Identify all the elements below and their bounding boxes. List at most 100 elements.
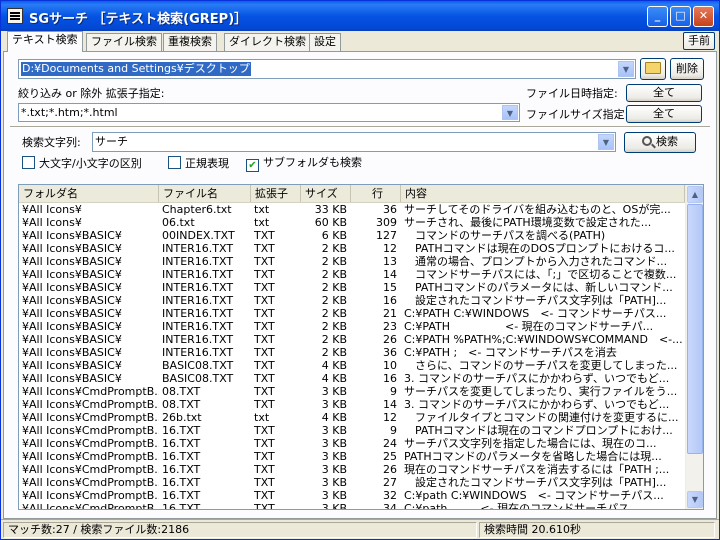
cell-filename: BASIC08.TXT	[162, 372, 234, 385]
column-header-line[interactable]: 行	[351, 185, 401, 202]
delete-button[interactable]: 削除	[670, 58, 704, 80]
table-row[interactable]: ¥All Icons¥BASIC¥ INTER16.TXT TXT 2 KB 36 C:¥…	[19, 346, 685, 359]
chevron-down-icon[interactable]: ▼	[502, 105, 518, 120]
extension-filter-combo[interactable]: *.txt;*.htm;*.html ▼	[18, 103, 520, 122]
extension-filter-value: *.txt;*.htm;*.html	[21, 106, 118, 119]
column-header-filename[interactable]: ファイル名	[159, 185, 251, 202]
cell-extension: txt	[254, 216, 270, 229]
column-header-folder[interactable]: フォルダ名	[19, 185, 159, 202]
cell-content: C:¥PATH <- 現在のコマンドサーチパ...	[404, 320, 654, 333]
column-header-extension[interactable]: 拡張子	[251, 185, 301, 202]
table-row[interactable]: ¥All Icons¥BASIC¥ INTER16.TXT TXT 2 KB 14 コマ…	[19, 268, 685, 281]
cell-content: サーチパス文字列を指定した場合には、現在のコ...	[404, 437, 657, 450]
cell-size: 2 KB	[321, 268, 347, 281]
column-header-content[interactable]: 内容	[401, 185, 685, 202]
checkmark-icon[interactable]: ✔	[246, 159, 259, 172]
date-filter-button[interactable]: 全て	[626, 84, 702, 102]
cell-size: 4 KB	[321, 372, 347, 385]
tab-text-search[interactable]: テキスト検索	[7, 31, 83, 52]
cell-extension: TXT	[254, 437, 275, 450]
cell-line: 21	[383, 307, 397, 320]
search-button-label: 検索	[656, 135, 678, 148]
cell-extension: TXT	[254, 359, 275, 372]
case-sensitive-checkbox[interactable]: 大文字/小文字の区別	[22, 156, 142, 171]
cell-filename: INTER16.TXT	[162, 346, 234, 359]
subfolder-checkbox[interactable]: ✔ サブフォルダも検索	[246, 156, 362, 172]
tab-direct-search[interactable]: ダイレクト検索	[224, 33, 311, 51]
cell-content: 現在のコマンドサーチパスを消去するには「PATH ;...	[404, 463, 670, 476]
tab-settings[interactable]: 設定	[309, 33, 341, 51]
table-row[interactable]: ¥All Icons¥CmdPromptB... 26b.txt txt 4 KB 12…	[19, 411, 685, 424]
filter-label: 絞り込み or 除外 拡張子指定:	[18, 87, 165, 100]
cell-filename: 06.txt	[162, 216, 195, 229]
scroll-down-icon[interactable]: ▼	[687, 491, 703, 508]
cell-extension: TXT	[254, 307, 275, 320]
cell-extension: TXT	[254, 476, 275, 489]
cell-content: C:¥PATH ; <- コマンドサーチパスを消去	[404, 346, 617, 359]
cell-filename: INTER16.TXT	[162, 333, 234, 346]
table-row[interactable]: ¥All Icons¥BASIC¥ BASIC08.TXT TXT 4 KB 16 3. …	[19, 372, 685, 385]
table-row[interactable]: ¥All Icons¥CmdPromptB... 16.TXT TXT 3 KB 34 C…	[19, 502, 685, 510]
checkbox-box[interactable]	[22, 156, 35, 169]
table-row[interactable]: ¥All Icons¥BASIC¥ INTER16.TXT TXT 2 KB 15 PA…	[19, 281, 685, 294]
table-row[interactable]: ¥All Icons¥BASIC¥ 00INDEX.TXT TXT 6 KB 127 コ…	[19, 229, 685, 242]
table-row[interactable]: ¥All Icons¥BASIC¥ INTER16.TXT TXT 2 KB 16 設定…	[19, 294, 685, 307]
cell-line: 309	[376, 216, 397, 229]
search-string-combo[interactable]: サーチ ▼	[92, 132, 616, 152]
cell-size: 3 KB	[321, 489, 347, 502]
table-row[interactable]: ¥All Icons¥BASIC¥ INTER16.TXT TXT 2 KB 21 C:¥…	[19, 307, 685, 320]
close-button[interactable]: ✕	[693, 6, 714, 27]
checkbox-box[interactable]	[168, 156, 181, 169]
results-list[interactable]: フォルダ名 ファイル名 拡張子 サイズ 行 内容 ¥All Icons¥ Chap…	[18, 184, 704, 510]
tab-duplicate-search[interactable]: 重複検索	[163, 33, 217, 51]
cell-extension: TXT	[254, 502, 275, 510]
browse-folder-button[interactable]	[640, 58, 666, 80]
table-row[interactable]: ¥All Icons¥CmdPromptB... 16.TXT TXT 3 KB 32 C…	[19, 489, 685, 502]
table-row[interactable]: ¥All Icons¥CmdPromptB... 16.TXT TXT 3 KB 26 現…	[19, 463, 685, 476]
scroll-up-icon[interactable]: ▲	[687, 186, 703, 203]
app-icon[interactable]	[7, 8, 23, 24]
path-combo[interactable]: D:¥Documents and Settings¥デスクトップ ▼	[18, 59, 636, 79]
table-row[interactable]: ¥All Icons¥BASIC¥ INTER16.TXT TXT 2 KB 12 PA…	[19, 242, 685, 255]
cell-folder: ¥All Icons¥CmdPromptB...	[22, 398, 159, 411]
table-row[interactable]: ¥All Icons¥ 06.txt txt 60 KB 309 サーチされ、最後にPAT…	[19, 216, 685, 229]
cell-size: 6 KB	[321, 229, 347, 242]
cell-line: 32	[383, 489, 397, 502]
cell-content: さらに、コマンドのサーチパスを変更してしまった...	[404, 359, 678, 372]
maximize-button[interactable]: □	[670, 6, 691, 27]
cell-content: 設定されたコマンドサーチパス文字列は「PATH]...	[404, 476, 667, 489]
table-row[interactable]: ¥All Icons¥BASIC¥ INTER16.TXT TXT 2 KB 26 C:¥…	[19, 333, 685, 346]
cell-content: PATHコマンドは現在のコマンドプロンプトにおけ...	[404, 424, 673, 437]
tab-file-search[interactable]: ファイル検索	[86, 33, 162, 51]
table-row[interactable]: ¥All Icons¥ Chapter6.txt txt 33 KB 36 サーチしてその…	[19, 203, 685, 216]
chevron-down-icon[interactable]: ▼	[598, 134, 614, 150]
regex-checkbox[interactable]: 正規表現	[168, 156, 229, 171]
size-filter-button[interactable]: 全て	[626, 105, 702, 123]
table-row[interactable]: ¥All Icons¥BASIC¥ INTER16.TXT TXT 2 KB 13 通常…	[19, 255, 685, 268]
cell-line: 16	[383, 294, 397, 307]
search-button[interactable]: 検索	[624, 132, 696, 153]
help-button[interactable]: 手前	[683, 32, 715, 50]
cell-filename: INTER16.TXT	[162, 255, 234, 268]
column-header-size[interactable]: サイズ	[301, 185, 351, 202]
cell-filename: 16.TXT	[162, 463, 201, 476]
cell-filename: 16.TXT	[162, 424, 201, 437]
title-bar[interactable]: SGサーチ ［テキスト検索(GREP)］ _ □ ✕	[1, 1, 719, 31]
chevron-down-icon[interactable]: ▼	[618, 61, 634, 77]
cell-content: コマンドサーチパスには、「;」で区切ることで複数...	[404, 268, 677, 281]
table-row[interactable]: ¥All Icons¥CmdPromptB... 08.TXT TXT 3 KB 9 サー…	[19, 385, 685, 398]
table-row[interactable]: ¥All Icons¥CmdPromptB... 16.TXT TXT 3 KB 27 …	[19, 476, 685, 489]
cell-line: 26	[383, 333, 397, 346]
vertical-scrollbar[interactable]: ▲ ▼	[685, 185, 703, 509]
status-match-count: マッチ数:27 / 検索ファイル数:2186	[3, 522, 477, 538]
table-row[interactable]: ¥All Icons¥BASIC¥ BASIC08.TXT TXT 4 KB 10 さら…	[19, 359, 685, 372]
table-row[interactable]: ¥All Icons¥CmdPromptB... 08.TXT TXT 3 KB 14 3…	[19, 398, 685, 411]
cell-size: 2 KB	[321, 255, 347, 268]
cell-line: 9	[390, 385, 397, 398]
scroll-thumb[interactable]	[687, 204, 703, 454]
table-row[interactable]: ¥All Icons¥BASIC¥ INTER16.TXT TXT 2 KB 23 C:¥…	[19, 320, 685, 333]
table-row[interactable]: ¥All Icons¥CmdPromptB... 16.TXT TXT 3 KB 9 P…	[19, 424, 685, 437]
table-row[interactable]: ¥All Icons¥CmdPromptB... 16.TXT TXT 3 KB 25 P…	[19, 450, 685, 463]
table-row[interactable]: ¥All Icons¥CmdPromptB... 16.TXT TXT 3 KB 24 サ…	[19, 437, 685, 450]
minimize-button[interactable]: _	[647, 6, 668, 27]
